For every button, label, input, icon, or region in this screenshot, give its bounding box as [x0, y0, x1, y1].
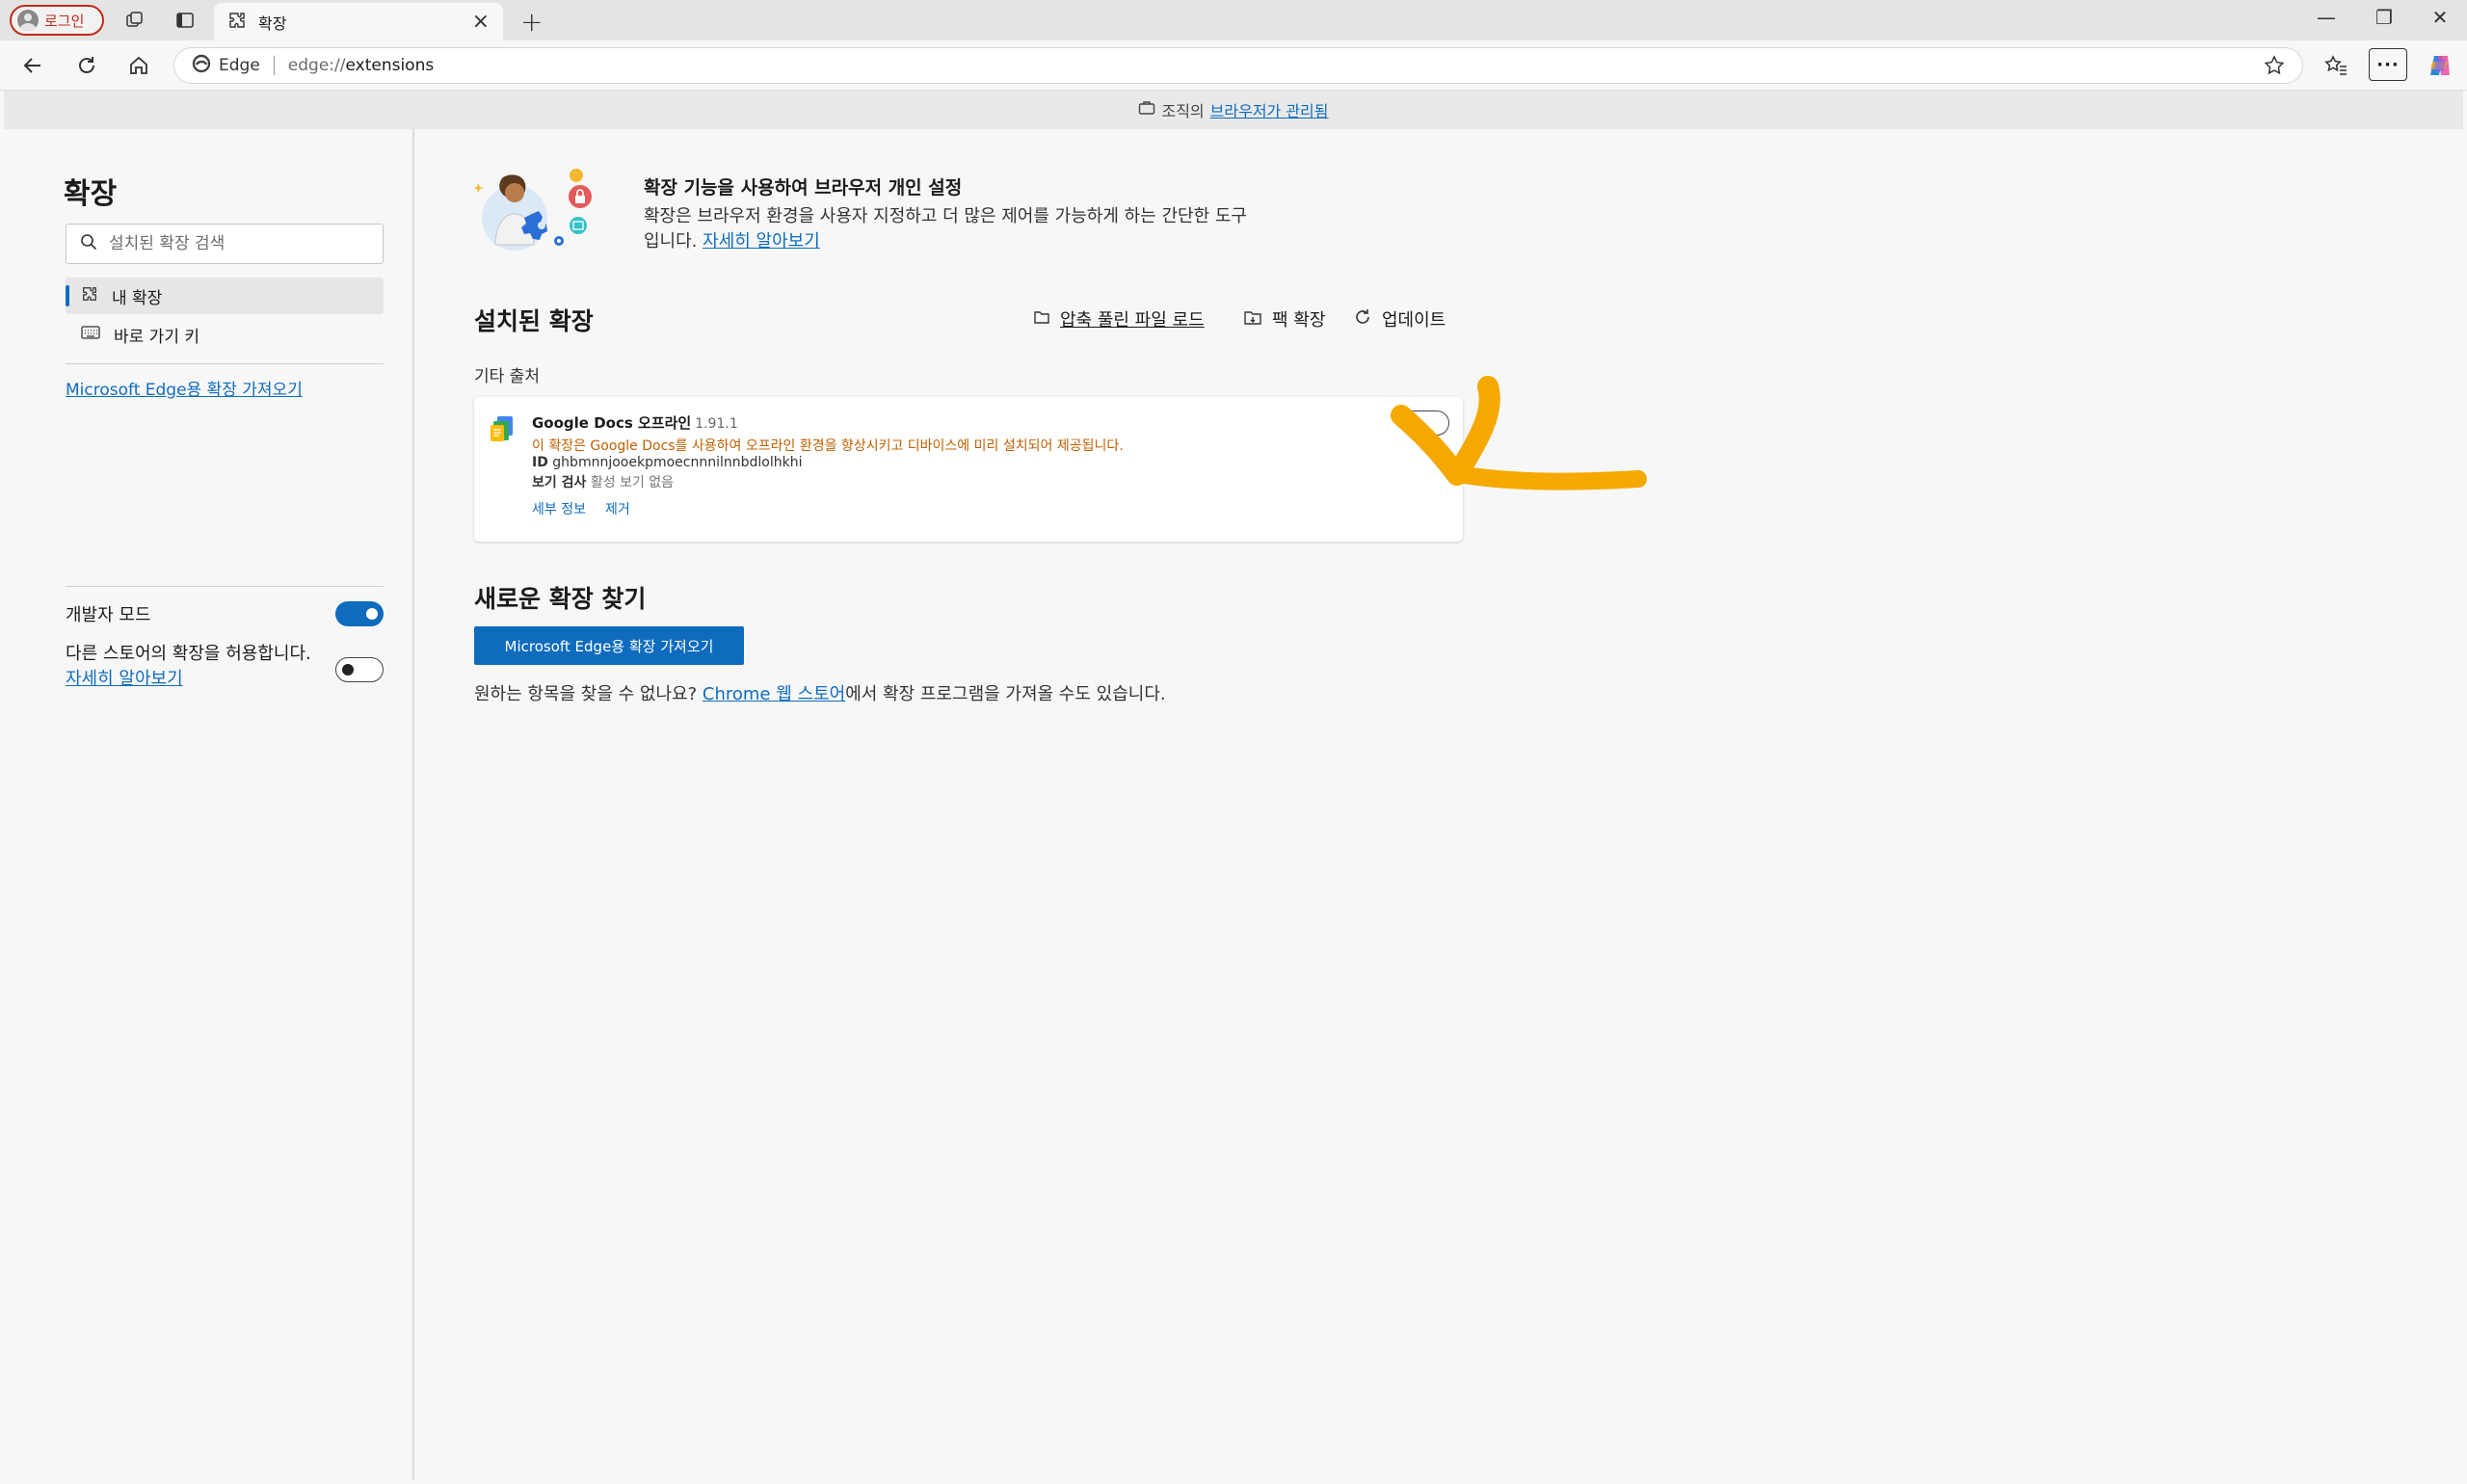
extension-links: 세부 정보 제거: [532, 499, 630, 518]
extension-views: 보기 검사 활성 보기 없음: [532, 472, 674, 491]
briefcase-icon: [1138, 100, 1155, 119]
favorite-star-icon[interactable]: [2264, 55, 2285, 81]
allow-other-stores-toggle[interactable]: [335, 657, 384, 682]
installed-extensions-title: 설치된 확장: [474, 307, 594, 335]
refresh-icon: [1353, 307, 1372, 331]
allow-other-stores-text: 다른 스토어의 확장을 허용합니다. 자세히 알아보기: [66, 642, 345, 692]
pack-extension-label: 팩 확장: [1272, 310, 1326, 331]
checkmark-annotation: [1391, 376, 1647, 490]
profile-label: 로그인: [44, 12, 85, 30]
minimize-button[interactable]: —: [2307, 6, 2346, 29]
address-separator: [273, 56, 275, 75]
find-prefix: 원하는 항목을 찾을 수 없나요?: [474, 684, 698, 704]
restore-button[interactable]: ❐: [2365, 6, 2403, 29]
new-tab-button[interactable]: +: [520, 6, 543, 38]
extension-card: Google Docs 오프라인 1.91.1 이 확장은 Google Docs…: [474, 397, 1463, 542]
inspect-views-value: 활성 보기 없음: [590, 475, 675, 490]
favorites-icon[interactable]: [2321, 50, 2351, 81]
hero-desc-line1: 확장은 브라우저 환경을 사용자 지정하고 더 많은 제어를 가능하게 하는 간…: [644, 206, 1247, 226]
load-unpacked-label: 압축 풀린 파일 로드: [1060, 310, 1205, 331]
more-options-button[interactable]: ···: [2369, 48, 2407, 81]
update-label: 업데이트: [1382, 310, 1446, 331]
edge-logo-icon: [192, 54, 211, 78]
allow-other-stores-label: 다른 스토어의 확장을 허용합니다.: [66, 644, 311, 664]
other-sources-heading: 기타 출처: [474, 367, 540, 386]
package-icon: [1243, 308, 1262, 331]
sidebar-item-shortcuts[interactable]: 바로 가기 키: [66, 316, 384, 353]
hero-description: 확장은 브라우저 환경을 사용자 지정하고 더 많은 제어를 가능하게 하는 간…: [644, 204, 1299, 254]
url-path: extensions: [345, 56, 435, 75]
developer-mode-label: 개발자 모드: [66, 605, 151, 625]
back-icon[interactable]: [17, 50, 48, 81]
remove-link[interactable]: 제거: [605, 499, 630, 518]
google-docs-icon: [491, 416, 513, 441]
url-scheme: edge://: [287, 56, 346, 75]
hero-learn-more-link[interactable]: 자세히 알아보기: [703, 231, 820, 252]
vertical-tabs-icon[interactable]: [173, 9, 197, 32]
profile-button[interactable]: 로그인: [10, 5, 104, 36]
sidebar-divider: [66, 586, 384, 587]
get-extensions-button[interactable]: Microsoft Edge용 확장 가져오기: [474, 626, 744, 665]
close-window-button[interactable]: ✕: [2421, 6, 2459, 29]
extension-id-value: ghbmnnjooekpmoecnnnilnnbdlolhkhi: [552, 455, 803, 470]
search-input[interactable]: [109, 234, 369, 253]
folder-upload-icon: [1033, 308, 1050, 331]
extension-id: ID ghbmnnjooekpmoecnnnilnnbdlolhkhi: [532, 455, 802, 470]
chrome-web-store-link[interactable]: Chrome 웹 스토어: [703, 684, 845, 704]
keyboard-icon: [81, 325, 100, 345]
managed-link[interactable]: 브라우저가 관리됨: [1210, 98, 1329, 121]
developer-mode-toggle[interactable]: [335, 601, 384, 626]
sidebar-title: 확장: [64, 177, 118, 211]
extension-title: Google Docs 오프라인: [532, 414, 692, 432]
managed-banner: 조직의 브라우저가 관리됨: [4, 91, 2463, 129]
extension-description: 이 확장은 Google Docs를 사용하여 오프라인 환경을 향상시키고 디…: [532, 438, 1124, 454]
search-icon: [80, 233, 97, 254]
find-new-extensions-title: 새로운 확장 찾기: [474, 585, 647, 613]
puzzle-icon: [227, 11, 247, 34]
extensions-illustration: [474, 169, 592, 251]
address-brand: Edge: [219, 56, 260, 75]
avatar-icon: [17, 10, 39, 31]
close-tab-icon[interactable]: ×: [472, 10, 490, 34]
extension-name: Google Docs 오프라인 1.91.1: [532, 412, 738, 433]
hero-desc-line2: 입니다.: [644, 231, 698, 252]
sidebar-item-my-extensions[interactable]: 내 확장: [66, 278, 384, 314]
puzzle-icon: [81, 285, 98, 307]
sidebar: 확장 내 확장 바로 가기 키 Microsoft Edge용 확장 가져오기 …: [4, 129, 414, 1480]
load-unpacked-button[interactable]: 압축 풀린 파일 로드: [1033, 306, 1205, 331]
toolbar: Edge edge:// extensions ···: [0, 40, 2467, 91]
details-link[interactable]: 세부 정보: [532, 499, 586, 518]
extension-version: 1.91.1: [695, 416, 738, 432]
refresh-icon[interactable]: [71, 50, 102, 81]
find-suffix: 에서 확장 프로그램을 가져올 수도 있습니다.: [845, 684, 1166, 704]
inspect-views-label: 보기 검사: [532, 475, 587, 490]
pack-extension-button[interactable]: 팩 확장: [1243, 306, 1325, 331]
sidebar-item-label: 내 확장: [112, 288, 163, 308]
sidebar-item-label: 바로 가기 키: [114, 327, 200, 347]
copilot-icon[interactable]: [2425, 50, 2455, 81]
extension-id-label: ID: [532, 455, 548, 470]
tab-extensions[interactable]: 확장 ×: [214, 3, 503, 40]
main-content: 확장 기능을 사용하여 브라우저 개인 설정 확장은 브라우저 환경을 사용자 …: [416, 129, 2463, 1480]
learn-more-link[interactable]: 자세히 알아보기: [66, 669, 183, 689]
sidebar-divider: [66, 363, 384, 364]
chrome-store-text: 원하는 항목을 찾을 수 없나요? Chrome 웹 스토어에서 확장 프로그램…: [474, 680, 1166, 705]
update-button[interactable]: 업데이트: [1353, 306, 1446, 331]
tab-strip: 로그인 확장 × + — ❐ ✕: [0, 0, 2467, 40]
get-extensions-link[interactable]: Microsoft Edge용 확장 가져오기: [66, 376, 303, 400]
address-bar[interactable]: Edge edge:// extensions: [173, 47, 2303, 84]
tab-title: 확장: [258, 13, 287, 33]
banner-prefix: 조직의: [1161, 102, 1205, 120]
search-box[interactable]: [66, 224, 384, 264]
workspaces-icon[interactable]: [123, 9, 146, 32]
home-icon[interactable]: [123, 50, 154, 81]
hero-title: 확장 기능을 사용하여 브라우저 개인 설정: [644, 177, 963, 199]
